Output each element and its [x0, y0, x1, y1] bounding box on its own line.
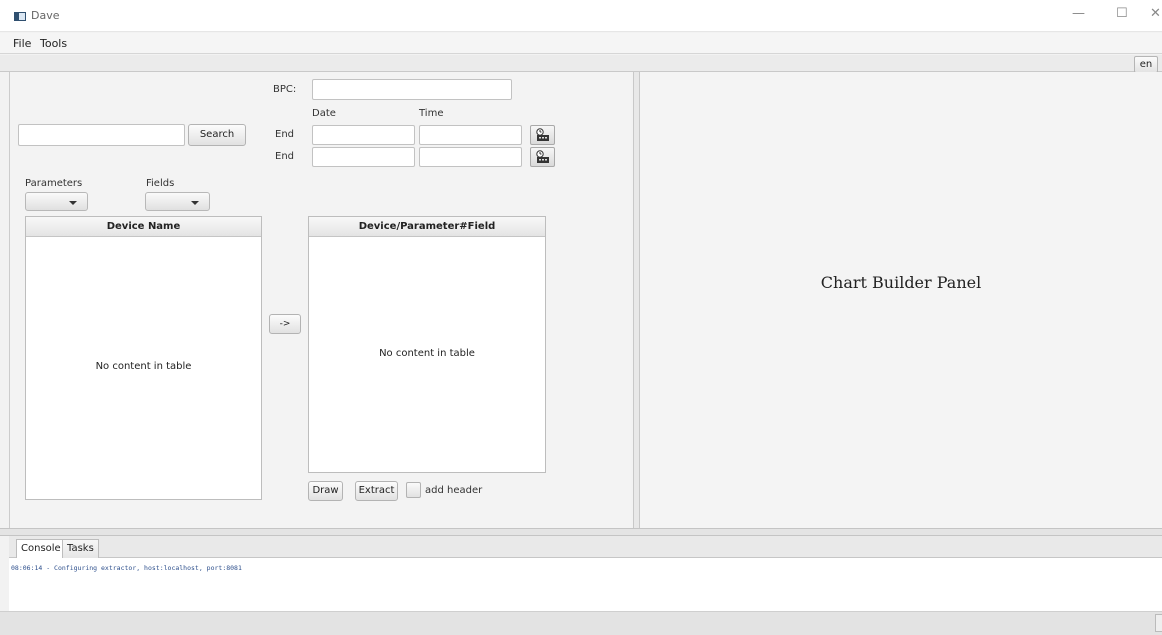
add-header-checkbox[interactable]	[406, 482, 421, 498]
row2-calendar-icon[interactable]	[530, 147, 555, 167]
bpc-label: BPC:	[273, 84, 297, 95]
row2-label: End	[275, 151, 295, 162]
search-button[interactable]: Search	[188, 124, 246, 146]
bottom-tab-bar	[9, 536, 1162, 558]
close-button[interactable]: ✕	[1150, 6, 1161, 21]
bottom-split-divider[interactable]	[0, 528, 1162, 536]
fields-dropdown[interactable]	[145, 192, 210, 211]
split-divider[interactable]	[633, 72, 640, 528]
tab-console[interactable]: Console	[16, 539, 66, 558]
device-table-placeholder: No content in table	[95, 361, 192, 372]
app-icon	[14, 12, 26, 21]
selection-table-placeholder: No content in table	[379, 348, 475, 359]
row1-date-input[interactable]	[312, 125, 415, 145]
status-bar-handle	[1155, 614, 1162, 632]
add-header-label: add header	[425, 485, 483, 496]
chart-builder-panel	[640, 72, 1162, 528]
device-table[interactable]: Device Name No content in table	[25, 216, 262, 500]
selection-table[interactable]: Device/Parameter#Field No content in tab…	[308, 216, 546, 473]
language-button[interactable]: en	[1134, 56, 1158, 73]
chart-builder-title: Chart Builder Panel	[820, 273, 982, 292]
parameters-dropdown[interactable]	[25, 192, 88, 211]
fields-label: Fields	[146, 178, 175, 189]
date-column-label: Date	[312, 108, 336, 119]
search-input[interactable]	[18, 124, 185, 146]
device-name-column-header[interactable]: Device Name	[26, 217, 261, 237]
parameters-label: Parameters	[25, 178, 83, 189]
menu-file[interactable]: File	[13, 37, 31, 50]
row1-label: End	[275, 129, 295, 140]
bpc-input[interactable]	[312, 79, 512, 100]
row2-time-input[interactable]	[419, 147, 522, 167]
title-bar	[0, 0, 1162, 32]
console-output: 08:06:14 - Configuring extractor, host:l…	[9, 558, 1162, 611]
extract-button[interactable]: Extract	[355, 481, 398, 501]
draw-button[interactable]: Draw	[308, 481, 343, 501]
maximize-button[interactable]: ☐	[1116, 6, 1128, 21]
chevron-down-icon	[69, 201, 77, 205]
chevron-down-icon	[191, 201, 199, 205]
time-column-label: Time	[419, 108, 444, 119]
add-to-selection-button[interactable]: ->	[269, 314, 301, 334]
row1-calendar-icon[interactable]	[530, 125, 555, 145]
menu-tools[interactable]: Tools	[40, 37, 67, 50]
status-bar	[0, 611, 1162, 635]
row1-time-input[interactable]	[419, 125, 522, 145]
row2-date-input[interactable]	[312, 147, 415, 167]
tab-tasks[interactable]: Tasks	[62, 539, 99, 558]
minimize-button[interactable]: —	[1072, 6, 1085, 21]
device-parameter-field-column-header[interactable]: Device/Parameter#Field	[309, 217, 545, 237]
toolbar	[0, 55, 1162, 72]
console-line: 08:06:14 - Configuring extractor, host:l…	[11, 564, 242, 572]
window-title: Dave	[31, 9, 60, 22]
menu-bar	[0, 33, 1162, 54]
